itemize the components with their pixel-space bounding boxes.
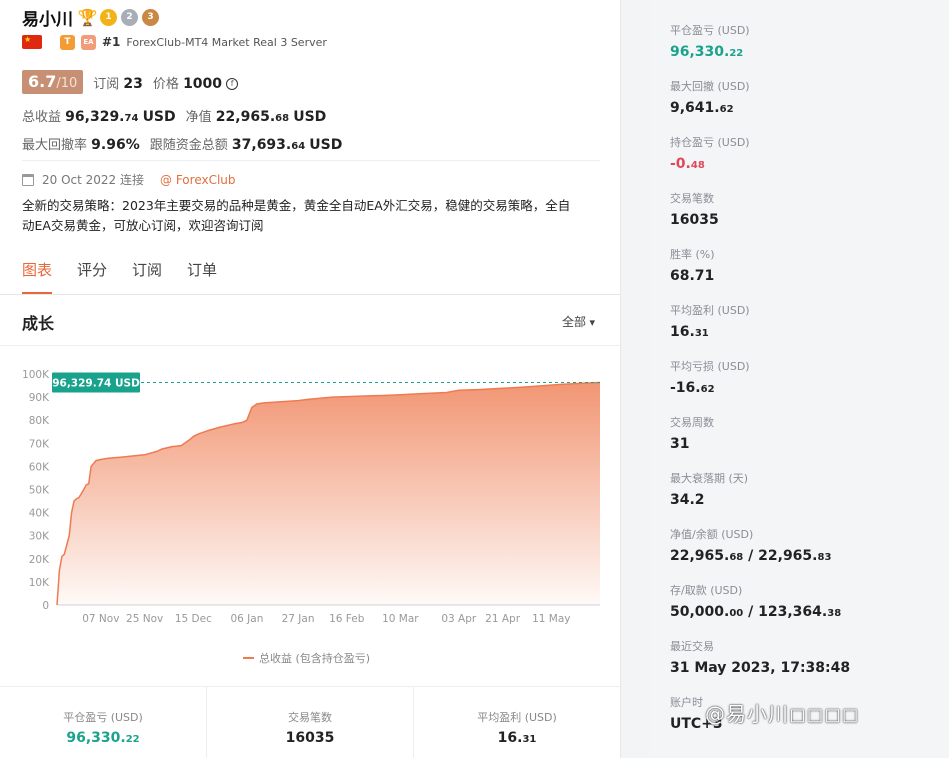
score-row: 6.7 /10 订阅 23 价格 1000 f <box>22 70 239 94</box>
total-profit: 总收益 96,329.74 USD <box>22 109 176 125</box>
bronze-medal-icon: 3 <box>142 8 159 26</box>
connected-since: 20 Oct 2022 连接 @ ForexClub <box>22 171 236 188</box>
trader-type-badge: T <box>60 34 75 50</box>
side-stat-avg-loss: 平均亏损 (USD) -16.62 <box>670 360 750 396</box>
rating-max: /10 <box>56 76 78 91</box>
watermark: @易小川◻◻◻◻ <box>705 702 860 726</box>
strategy-description: 全新的交易策略：2023年主要交易的品种是黄金，黄金全自动EA外汇交易，稳健的交… <box>22 198 571 233</box>
subscribe-count: 订阅 23 <box>93 75 143 92</box>
y-tick-label: 60K <box>29 461 50 473</box>
server-name: ForexClub-MT4 Market Real 3 Server <box>126 35 327 49</box>
y-tick-label: 70K <box>29 438 50 450</box>
x-tick-label: 16 Feb <box>329 613 365 625</box>
calendar-icon <box>22 173 34 186</box>
tab-orders[interactable]: 订单 <box>187 259 217 294</box>
y-tick-label: 20K <box>29 554 50 566</box>
side-stat-win-rate: 胜率 (%) 68.71 <box>670 248 715 284</box>
profit-equity-line: 总收益 96,329.74 USD 净值 22,965.68 USD <box>22 106 326 125</box>
y-tick-label: 0 <box>42 600 49 612</box>
growth-area <box>57 382 600 605</box>
side-stat-open-pnl: 持仓盈亏 (USD) -0.48 <box>670 136 750 172</box>
side-stat-deposit-withdraw: 存/取款 (USD) 50,000.00 / 123,364.38 <box>670 584 842 620</box>
x-tick-label: 11 May <box>532 613 570 625</box>
growth-title: 成长 <box>22 314 55 333</box>
broker-link[interactable]: @ ForexClub <box>160 173 236 187</box>
x-tick-label: 27 Jan <box>282 613 315 625</box>
side-stat-equity-balance: 净值/余额 (USD) 22,965.68 / 22,965.83 <box>670 528 832 564</box>
tab-subscribe[interactable]: 订阅 <box>132 259 162 294</box>
x-tick-label: 06 Jan <box>230 613 263 625</box>
side-stat-trade-count: 交易笔数 16035 <box>670 192 719 228</box>
side-stat-max-decline-period: 最大衰落期 (天) 34.2 <box>670 472 749 508</box>
side-stat-avg-profit: 平均盈利 (USD) 16.31 <box>670 304 750 340</box>
tab-bar: 图表 评分 订阅 订单 <box>22 259 217 294</box>
gold-medal-icon: 1 <box>100 8 117 26</box>
y-tick-label: 90K <box>29 392 50 404</box>
ea-badge: EA <box>81 34 96 50</box>
x-tick-label: 15 Dec <box>175 613 212 625</box>
rank-badge: #1 <box>102 35 121 49</box>
page: 易小川 🏆 1 2 3 T EA #1 ForexClub-MT4 Market… <box>0 0 949 758</box>
trader-main-panel: 易小川 🏆 1 2 3 T EA #1 ForexClub-MT4 Market… <box>0 0 621 758</box>
side-stat-trade-weeks: 交易周数 31 <box>670 416 714 452</box>
price: 价格 1000 f <box>153 73 239 92</box>
tab-rating[interactable]: 评分 <box>77 259 107 294</box>
x-tick-label: 07 Nov <box>82 613 119 625</box>
side-stat-max-drawdown: 最大回撤 (USD) 9,641.62 <box>670 80 750 116</box>
drawdown-funds-line: 最大回撤率 9.96% 跟随资金总额 37,693.64 USD <box>22 134 342 153</box>
y-tick-label: 40K <box>29 508 50 520</box>
y-tick-label: 80K <box>29 415 50 427</box>
x-tick-label: 21 Apr <box>485 613 521 625</box>
legend-label: 总收益 (包含持仓盈亏) <box>259 651 370 665</box>
x-tick-label: 25 Nov <box>126 613 163 625</box>
rating-value: 6.7 <box>28 72 57 91</box>
range-dropdown[interactable]: 全部 <box>562 313 595 330</box>
tab-chart[interactable]: 图表 <box>22 259 53 294</box>
y-tick-label: 100K <box>22 369 50 381</box>
follow-funds: 跟随资金总额 37,693.64 USD <box>149 137 343 153</box>
max-drawdown: 最大回撤率 9.96% <box>22 137 140 153</box>
y-tick-label: 10K <box>29 577 50 589</box>
trader-name-row: 易小川 🏆 1 2 3 <box>22 6 159 30</box>
trader-meta-row: T EA #1 ForexClub-MT4 Market Real 3 Serv… <box>22 34 327 50</box>
latest-value-label: 96,329.74 USD <box>52 377 140 389</box>
x-tick-label: 10 Mar <box>382 613 419 625</box>
coin-icon: f <box>226 78 239 90</box>
y-tick-label: 50K <box>29 485 50 497</box>
rating-badge: 6.7 /10 <box>22 70 84 94</box>
y-tick-label: 30K <box>29 531 50 543</box>
silver-medal-icon: 2 <box>121 8 138 26</box>
bottom-stats: 平仓盈亏 (USD) 96,330.22 交易笔数 16035 平均盈利 (US… <box>0 686 620 758</box>
x-tick-label: 03 Apr <box>441 613 477 625</box>
section-divider <box>0 345 620 346</box>
china-flag-icon <box>22 35 42 49</box>
bottom-stat-trade-count: 交易笔数 16035 <box>207 687 414 758</box>
trophy-icon: 🏆 <box>77 7 98 27</box>
growth-chart: 0 10K 20K 30K 40K 50K 60K 70K 80K 90K 100K 07 Nov 25… <box>22 369 601 665</box>
trader-name: 易小川 <box>22 9 73 30</box>
bottom-stat-closed-pnl: 平仓盈亏 (USD) 96,330.22 <box>0 687 207 758</box>
divider <box>22 160 600 161</box>
tab-divider <box>0 294 620 295</box>
bottom-stat-avg-profit: 平均盈利 (USD) 16.31 <box>477 711 557 746</box>
side-stat-closed-pnl: 平仓盈亏 (USD) 96,330.22 <box>670 24 750 60</box>
side-stat-last-trade: 最近交易 31 May 2023, 17:38:48 <box>670 640 851 676</box>
stats-sidebar: 平仓盈亏 (USD) 96,330.22 最大回撤 (USD) 9,641.62… <box>651 0 949 758</box>
equity: 净值 22,965.68 USD <box>185 109 327 125</box>
